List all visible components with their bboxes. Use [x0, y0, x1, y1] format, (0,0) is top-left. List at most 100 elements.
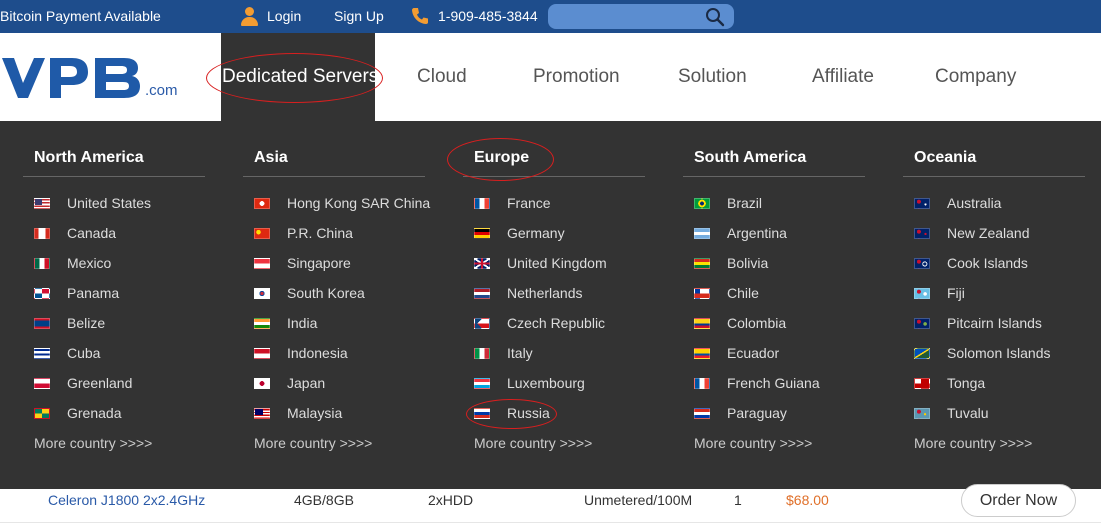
country-link[interactable]: Italy	[474, 343, 533, 363]
region-title-south-america: South America	[694, 149, 807, 166]
belize-flag-icon	[34, 318, 50, 329]
country-link[interactable]: Canada	[34, 223, 116, 243]
country-link[interactable]: Australia	[914, 193, 1001, 213]
country-link[interactable]: Hong Kong SAR China	[254, 193, 430, 213]
bolivia-flag-icon	[694, 258, 710, 269]
country-link[interactable]: India	[254, 313, 317, 333]
country-link[interactable]: Greenland	[34, 373, 132, 393]
country-link[interactable]: Paraguay	[694, 403, 787, 423]
country-link[interactable]: Solomon Islands	[914, 343, 1051, 363]
phone-icon	[410, 6, 430, 26]
country-link[interactable]: New Zealand	[914, 223, 1030, 243]
singapore-flag-icon	[254, 258, 270, 269]
server-disk: 2xHDD	[428, 492, 474, 508]
country-link[interactable]: Netherlands	[474, 283, 583, 303]
region-title-oceania: Oceania	[914, 149, 977, 166]
country-link[interactable]: Chile	[694, 283, 759, 303]
country-link[interactable]: Grenada	[34, 403, 121, 423]
tuvalu-flag-icon	[914, 408, 930, 419]
germany-flag-icon	[474, 228, 490, 239]
country-link[interactable]: Pitcairn Islands	[914, 313, 1042, 333]
search-input[interactable]	[556, 7, 701, 26]
country-link[interactable]: Tonga	[914, 373, 985, 393]
country-link[interactable]: Bolivia	[694, 253, 768, 273]
country-link[interactable]: Luxembourg	[474, 373, 585, 393]
top-bar: Bitcoin Payment Available Login Sign Up …	[0, 0, 1101, 33]
more-country-link[interactable]: More country >>>>	[474, 433, 592, 453]
more-country-link[interactable]: More country >>>>	[694, 433, 812, 453]
more-country-link[interactable]: More country >>>>	[914, 433, 1032, 453]
country-link[interactable]: Russia	[474, 403, 550, 423]
canada-flag-icon	[34, 228, 50, 239]
more-country-link[interactable]: More country >>>>	[34, 433, 152, 453]
search-box	[548, 4, 734, 29]
nav-cloud[interactable]: Cloud	[417, 33, 467, 121]
hong-kong-flag-icon	[254, 198, 270, 209]
nav-promotion[interactable]: Promotion	[533, 33, 620, 121]
country-link[interactable]: Singapore	[254, 253, 351, 273]
country-link[interactable]: Malaysia	[254, 403, 342, 423]
country-link[interactable]: Czech Republic	[474, 313, 605, 333]
country-link[interactable]: Colombia	[694, 313, 786, 333]
country-link[interactable]: Panama	[34, 283, 119, 303]
country-link[interactable]: Tuvalu	[914, 403, 989, 423]
country-mega-menu: North America United States Canada Mexic…	[0, 121, 1101, 489]
nav-solution[interactable]: Solution	[678, 33, 747, 121]
country-link[interactable]: Ecuador	[694, 343, 779, 363]
luxembourg-flag-icon	[474, 378, 490, 389]
country-link[interactable]: Argentina	[694, 223, 787, 243]
server-cpu-link[interactable]: Celeron J1800 2x2.4GHz	[48, 489, 205, 511]
region-divider	[463, 176, 645, 177]
japan-flag-icon	[254, 378, 270, 389]
china-flag-icon	[254, 228, 270, 239]
india-flag-icon	[254, 318, 270, 329]
server-ram: 4GB/8GB	[294, 492, 354, 508]
country-link[interactable]: Cook Islands	[914, 253, 1028, 273]
indonesia-flag-icon	[254, 348, 270, 359]
bitcoin-notice: Bitcoin Payment Available	[0, 8, 161, 24]
country-link[interactable]: P.R. China	[254, 223, 353, 243]
country-link[interactable]: Japan	[254, 373, 325, 393]
brazil-flag-icon	[694, 198, 710, 209]
nav-dedicated-servers[interactable]: Dedicated Servers	[222, 33, 378, 121]
france-flag-icon	[474, 198, 490, 209]
pitcairn-islands-flag-icon	[914, 318, 930, 329]
us-flag-icon	[34, 198, 50, 209]
country-link[interactable]: Indonesia	[254, 343, 348, 363]
panama-flag-icon	[34, 288, 50, 299]
order-now-button[interactable]: Order Now	[961, 484, 1076, 517]
search-icon[interactable]	[705, 7, 725, 27]
login-link[interactable]: Login	[267, 0, 301, 33]
country-link[interactable]: Brazil	[694, 193, 762, 213]
country-link[interactable]: South Korea	[254, 283, 365, 303]
country-link[interactable]: Cuba	[34, 343, 100, 363]
tonga-flag-icon	[914, 378, 930, 389]
malaysia-flag-icon	[254, 408, 270, 419]
country-link[interactable]: United Kingdom	[474, 253, 607, 273]
argentina-flag-icon	[694, 228, 710, 239]
south-korea-flag-icon	[254, 288, 270, 299]
nav-affiliate[interactable]: Affiliate	[812, 33, 874, 121]
signup-link[interactable]: Sign Up	[334, 0, 384, 33]
country-link[interactable]: Mexico	[34, 253, 111, 273]
region-divider	[243, 176, 425, 177]
region-divider	[23, 176, 205, 177]
phone-number: 1-909-485-3844	[438, 8, 538, 24]
country-link[interactable]: France	[474, 193, 551, 213]
nav-company[interactable]: Company	[935, 33, 1016, 121]
region-divider	[903, 176, 1085, 177]
user-icon[interactable]	[240, 7, 258, 27]
chile-flag-icon	[694, 288, 710, 299]
russia-flag-icon	[474, 408, 490, 419]
country-link[interactable]: Germany	[474, 223, 565, 243]
colombia-flag-icon	[694, 318, 710, 329]
italy-flag-icon	[474, 348, 490, 359]
region-divider	[683, 176, 865, 177]
cuba-flag-icon	[34, 348, 50, 359]
more-country-link[interactable]: More country >>>>	[254, 433, 372, 453]
country-link[interactable]: Belize	[34, 313, 105, 333]
server-ip-count: 1	[734, 492, 742, 508]
country-link[interactable]: United States	[34, 193, 151, 213]
country-link[interactable]: Fiji	[914, 283, 965, 303]
country-link[interactable]: French Guiana	[694, 373, 820, 393]
